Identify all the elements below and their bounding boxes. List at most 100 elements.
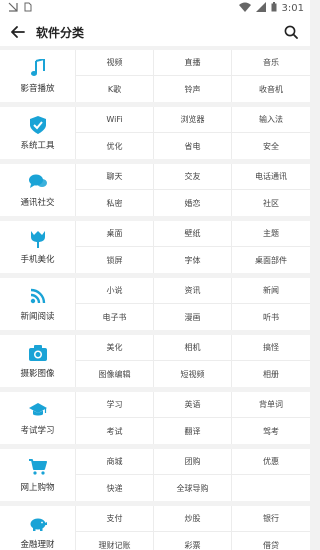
subcategory-item[interactable]: 铃声 bbox=[154, 76, 232, 102]
rss-icon bbox=[29, 287, 47, 305]
subcategory-item[interactable]: 借贷 bbox=[232, 532, 310, 550]
category-row: 金融理财 支付 炒股 银行理财记账 彩票 借贷 bbox=[0, 506, 310, 550]
page-title: 软件分类 bbox=[36, 25, 85, 40]
subcategory-item[interactable]: 新闻 bbox=[232, 278, 310, 304]
subcategory-item[interactable]: 聊天 bbox=[76, 164, 154, 190]
subcategory-item[interactable]: WiFi bbox=[76, 107, 154, 133]
subcategory-item[interactable]: 翻译 bbox=[154, 418, 232, 444]
subcategory-item[interactable]: 小说 bbox=[76, 278, 154, 304]
subcategory-item[interactable]: 银行 bbox=[232, 506, 310, 532]
shield-check-icon bbox=[29, 115, 47, 134]
subcategory-item[interactable]: 驾考 bbox=[232, 418, 310, 444]
sim-card-icon bbox=[24, 2, 32, 15]
subcategory-grid: 支付 炒股 银行理财记账 彩票 借贷 bbox=[76, 506, 310, 550]
signal-icon bbox=[255, 2, 266, 15]
category-header[interactable]: 通讯社交 bbox=[0, 164, 76, 216]
subcategory-item[interactable]: 主题 bbox=[232, 221, 310, 247]
category-label: 金融理财 bbox=[20, 539, 55, 550]
category-row: 考试学习 学习 英语 背单词考试 翻译 驾考 bbox=[0, 392, 310, 444]
subcategory-item[interactable]: 优惠 bbox=[232, 449, 310, 475]
graduation-cap-icon bbox=[28, 401, 47, 419]
subcategory-item[interactable]: 视频 bbox=[76, 50, 154, 76]
subcategory-item[interactable]: 炒股 bbox=[154, 506, 232, 532]
subcategory-item[interactable]: 直播 bbox=[154, 50, 232, 76]
subcategory-item[interactable]: 英语 bbox=[154, 392, 232, 418]
subcategory-item[interactable]: 理财记账 bbox=[76, 532, 154, 550]
subcategory-item[interactable]: 省电 bbox=[154, 133, 232, 159]
battery-icon bbox=[271, 2, 277, 15]
subcategory-item[interactable]: 社区 bbox=[232, 190, 310, 216]
subcategory-item[interactable]: 考试 bbox=[76, 418, 154, 444]
category-row: 通讯社交 聊天 交友 电话通讯私密 婚恋 社区 bbox=[0, 164, 310, 216]
category-row: 网上购物 商城 团购 优惠快递 全球导购 bbox=[0, 449, 310, 501]
subcategory-item[interactable]: 电话通讯 bbox=[232, 164, 310, 190]
category-header[interactable]: 考试学习 bbox=[0, 392, 76, 444]
subcategory-item[interactable]: 彩票 bbox=[154, 532, 232, 550]
category-row: 摄影图像 美化 相机 搞怪图像编辑 短视频 相册 bbox=[0, 335, 310, 387]
category-header[interactable]: 影音播放 bbox=[0, 50, 76, 102]
subcategory-item[interactable]: 优化 bbox=[76, 133, 154, 159]
subcategory-item[interactable]: 团购 bbox=[154, 449, 232, 475]
subcategory-item[interactable]: K歌 bbox=[76, 76, 154, 102]
subcategory-item[interactable]: 商城 bbox=[76, 449, 154, 475]
subcategory-item[interactable]: 输入法 bbox=[232, 107, 310, 133]
subcategory-item[interactable]: 相册 bbox=[232, 361, 310, 387]
category-row: 手机美化 桌面 壁纸 主题锁屏 字体 桌面部件 bbox=[0, 221, 310, 273]
subcategory-item[interactable]: 全球导购 bbox=[154, 475, 232, 501]
subcategory-grid: WiFi 浏览器 输入法优化 省电 安全 bbox=[76, 107, 310, 159]
subcategory-item[interactable]: 婚恋 bbox=[154, 190, 232, 216]
category-label: 网上购物 bbox=[20, 482, 55, 493]
category-header[interactable]: 金融理财 bbox=[0, 506, 76, 550]
subcategory-item[interactable]: 安全 bbox=[232, 133, 310, 159]
subcategory-item[interactable]: 短视频 bbox=[154, 361, 232, 387]
subcategory-item[interactable]: 电子书 bbox=[76, 304, 154, 330]
subcategory-item[interactable]: 相机 bbox=[154, 335, 232, 361]
tulip-icon bbox=[29, 230, 47, 248]
subcategory-grid: 桌面 壁纸 主题锁屏 字体 桌面部件 bbox=[76, 221, 310, 273]
subcategory-item[interactable]: 漫画 bbox=[154, 304, 232, 330]
subcategory-item[interactable]: 学习 bbox=[76, 392, 154, 418]
subcategory-item[interactable]: 桌面 bbox=[76, 221, 154, 247]
subcategory-grid: 视频 直播 音乐 K歌 铃声 收音机 bbox=[76, 50, 310, 102]
subcategory-item[interactable]: 字体 bbox=[154, 247, 232, 273]
subcategory-item[interactable]: 桌面部件 bbox=[232, 247, 310, 273]
subcategory-item[interactable]: 音乐 bbox=[232, 50, 310, 76]
search-icon[interactable] bbox=[280, 21, 302, 43]
subcategory-item[interactable]: 美化 bbox=[76, 335, 154, 361]
category-label: 摄影图像 bbox=[20, 368, 55, 379]
camera-icon bbox=[28, 344, 47, 362]
category-list[interactable]: 影音播放 视频 直播 音乐 K歌 铃声 收音机系统工具 WiFi 浏览器 输入法优化 省电 安全通讯社… bbox=[0, 50, 310, 550]
subcategory-item[interactable]: 支付 bbox=[76, 506, 154, 532]
notification-icon bbox=[8, 2, 18, 15]
subcategory-grid: 小说 资讯 新闻电子书 漫画 听书 bbox=[76, 278, 310, 330]
subcategory-item[interactable]: 听书 bbox=[232, 304, 310, 330]
subcategory-grid: 聊天 交友 电话通讯私密 婚恋 社区 bbox=[76, 164, 310, 216]
category-row: 系统工具 WiFi 浏览器 输入法优化 省电 安全 bbox=[0, 107, 310, 159]
status-time: 3:01 bbox=[281, 3, 304, 14]
subcategory-item[interactable]: 搞怪 bbox=[232, 335, 310, 361]
subcategory-item[interactable]: 背单词 bbox=[232, 392, 310, 418]
subcategory-item[interactable]: 交友 bbox=[154, 164, 232, 190]
category-row: 影音播放 视频 直播 音乐 K歌 铃声 收音机 bbox=[0, 50, 310, 102]
back-arrow-icon[interactable] bbox=[6, 20, 30, 44]
subcategory-grid: 学习 英语 背单词考试 翻译 驾考 bbox=[76, 392, 310, 444]
subcategory-item[interactable]: 资讯 bbox=[154, 278, 232, 304]
category-header[interactable]: 网上购物 bbox=[0, 449, 76, 501]
subcategory-grid: 美化 相机 搞怪图像编辑 短视频 相册 bbox=[76, 335, 310, 387]
subcategory-item[interactable]: 私密 bbox=[76, 190, 154, 216]
category-header[interactable]: 系统工具 bbox=[0, 107, 76, 159]
subcategory-grid: 商城 团购 优惠快递 全球导购 bbox=[76, 449, 310, 501]
category-header[interactable]: 手机美化 bbox=[0, 221, 76, 273]
subcategory-item[interactable]: 浏览器 bbox=[154, 107, 232, 133]
subcategory-item[interactable]: 快递 bbox=[76, 475, 154, 501]
shopping-cart-icon bbox=[28, 458, 47, 476]
category-label: 通讯社交 bbox=[20, 197, 55, 208]
subcategory-item[interactable]: 图像编辑 bbox=[76, 361, 154, 387]
subcategory-item[interactable]: 壁纸 bbox=[154, 221, 232, 247]
subcategory-item[interactable]: 收音机 bbox=[232, 76, 310, 102]
category-header[interactable]: 新闻阅读 bbox=[0, 278, 76, 330]
subcategory-item[interactable]: 锁屏 bbox=[76, 247, 154, 273]
category-header[interactable]: 摄影图像 bbox=[0, 335, 76, 387]
category-row: 新闻阅读 小说 资讯 新闻电子书 漫画 听书 bbox=[0, 278, 310, 330]
category-label: 影音播放 bbox=[20, 83, 55, 94]
